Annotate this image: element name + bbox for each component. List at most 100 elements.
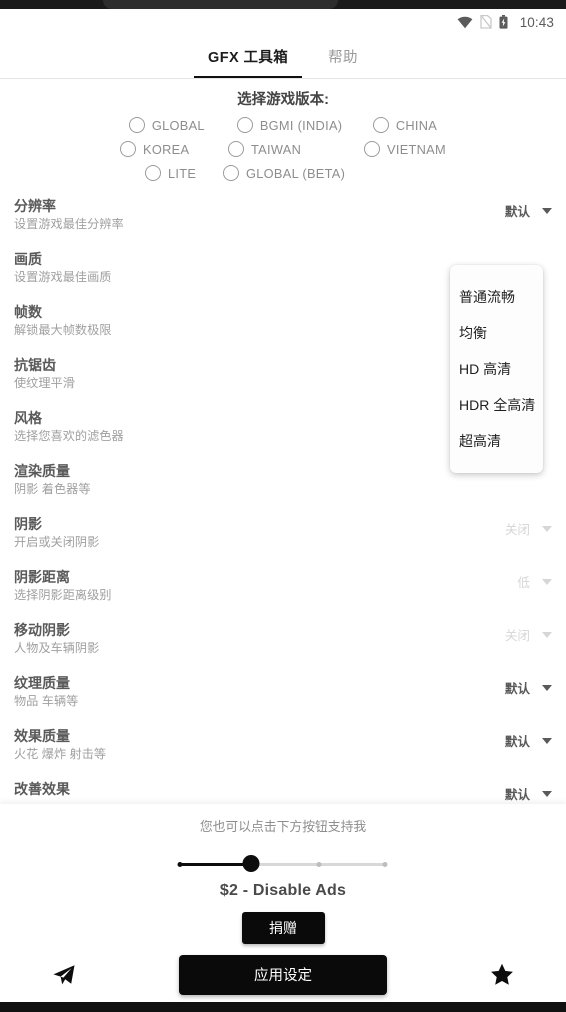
dropdown-option-smooth[interactable]: 普通流畅 [450, 279, 543, 315]
setting-value-dropdown[interactable]: 关闭 [505, 621, 552, 644]
chevron-down-icon [542, 737, 552, 744]
setting-value-dropdown[interactable]: 默认 [505, 197, 552, 220]
chevron-down-icon [542, 578, 552, 585]
setting-subtitle: 设置游戏最佳画质 [14, 270, 112, 284]
setting-value-dropdown[interactable]: 关闭 [505, 515, 552, 538]
setting-texts: 效果质量 火花 爆炸 射击等 [14, 727, 106, 762]
setting-subtitle: 解锁最大帧数极限 [14, 323, 112, 337]
chevron-down-icon [542, 684, 552, 691]
dropdown-option-hd[interactable]: HD 高清 [450, 351, 543, 387]
donation-amount-slider[interactable] [177, 851, 388, 872]
setting-subtitle: 物品 车辆等 [14, 694, 79, 708]
setting-subtitle: 设置游戏最佳分辨率 [14, 217, 124, 231]
version-radio-row: GLOBAL BGMI (INDIA) CHINA [0, 117, 566, 133]
setting-texts: 分辨率 设置游戏最佳分辨率 [14, 197, 124, 232]
setting-title: 效果质量 [14, 728, 70, 744]
telegram-send-icon[interactable] [44, 955, 84, 995]
setting-title: 画质 [14, 251, 42, 267]
setting-value-dropdown[interactable]: 默认 [505, 727, 552, 750]
support-message: 您也可以点击下方按钮支持我 [199, 819, 367, 834]
setting-row-shadow[interactable]: 阴影 开启或关闭阴影 关闭 [14, 515, 552, 568]
setting-subtitle: 开启或关闭阴影 [14, 535, 100, 549]
version-selector-title: 选择游戏版本: [237, 92, 329, 108]
radio-korea[interactable]: KOREA [120, 141, 228, 157]
setting-title: 抗锯齿 [14, 357, 56, 373]
no-sim-icon [480, 15, 492, 29]
tab-gfx-toolbox[interactable]: GFX 工具箱 [188, 35, 308, 78]
setting-texts: 渲染质量 阴影 着色器等 [14, 462, 91, 497]
setting-title: 改善效果 [14, 781, 70, 797]
radio-bgmi-india[interactable]: BGMI (INDIA) [236, 117, 373, 133]
setting-title: 移动阴影 [14, 622, 70, 638]
setting-texts: 阴影 开启或关闭阴影 [14, 515, 99, 550]
setting-title: 纹理质量 [14, 675, 70, 691]
chevron-down-icon [542, 631, 552, 638]
wifi-icon [457, 16, 473, 28]
system-navigation-bar [0, 1002, 566, 1012]
radio-global[interactable]: GLOBAL [128, 117, 237, 133]
setting-value-dropdown[interactable]: 低 [517, 568, 552, 591]
radio-lite[interactable]: LITE [145, 165, 223, 181]
phone-screen: 10:43 GFX 工具箱 帮助 选择游戏版本: GLOBAL BGMI (IN… [0, 0, 566, 1012]
radio-circle-icon [128, 117, 145, 133]
setting-value-text: 低 [517, 576, 530, 590]
setting-subtitle: 选择阴影距离级别 [14, 588, 112, 602]
star-icon[interactable] [482, 955, 522, 995]
radio-label: GLOBAL [151, 117, 205, 133]
radio-circle-icon [236, 117, 253, 133]
radio-label: TAIWAN [251, 141, 302, 157]
donate-button[interactable]: 捐赠 [241, 912, 325, 944]
setting-value-text: 默认 [504, 205, 530, 219]
setting-subtitle: 使纹理平滑 [14, 376, 75, 390]
battery-charging-icon [499, 15, 508, 29]
radio-china[interactable]: CHINA [372, 117, 438, 133]
radio-circle-icon [372, 117, 389, 133]
version-radio-rows: GLOBAL BGMI (INDIA) CHINA KOREA TAIWAN V… [0, 117, 566, 181]
version-radio-row: KOREA TAIWAN VIETNAM [0, 141, 566, 157]
status-clock: 10:43 [519, 14, 554, 30]
setting-row-shadow-distance[interactable]: 阴影距离 选择阴影距离级别 低 [14, 568, 552, 621]
setting-subtitle: 阴影 着色器等 [14, 482, 91, 496]
setting-row-resolution[interactable]: 分辨率 设置游戏最佳分辨率 默认 [14, 197, 552, 250]
radio-global-beta[interactable]: GLOBAL (BETA) [223, 165, 345, 181]
radio-taiwan[interactable]: TAIWAN [228, 141, 364, 157]
setting-value-dropdown[interactable]: 默认 [505, 780, 552, 803]
display-notch [103, 0, 338, 9]
setting-texts: 风格 选择您喜欢的滤色器 [14, 409, 124, 444]
dropdown-option-hdr[interactable]: HDR 全高清 [450, 387, 543, 423]
setting-subtitle: 人物及车辆阴影 [14, 641, 100, 655]
radio-label: LITE [168, 165, 197, 181]
slider-tick [316, 861, 322, 867]
chevron-down-icon [542, 790, 552, 797]
setting-row-texture-quality[interactable]: 纹理质量 物品 车辆等 默认 [14, 674, 552, 727]
setting-texts: 画质 设置游戏最佳画质 [14, 250, 112, 285]
chevron-down-icon [542, 525, 552, 532]
radio-circle-icon [145, 165, 161, 181]
setting-value-text: 默认 [504, 735, 530, 749]
status-bar: 10:43 [0, 9, 566, 35]
slider-tick [382, 861, 388, 867]
setting-value-dropdown[interactable]: 默认 [505, 674, 552, 697]
dropdown-option-ultra-hd[interactable]: 超高清 [450, 423, 543, 459]
setting-texts: 抗锯齿 使纹理平滑 [14, 356, 75, 391]
app-window: 10:43 GFX 工具箱 帮助 选择游戏版本: GLOBAL BGMI (IN… [0, 9, 566, 1002]
bottom-support-panel: 您也可以点击下方按钮支持我 $2 - Disable Ads 捐赠 应用设定 [0, 804, 566, 1002]
radio-circle-icon [120, 141, 136, 157]
tab-help[interactable]: 帮助 [308, 35, 378, 78]
status-notch-strip [0, 0, 566, 9]
setting-texts: 改善效果 [14, 780, 70, 799]
radio-label: GLOBAL (BETA) [246, 165, 346, 181]
slider-thumb[interactable] [242, 855, 260, 872]
setting-title: 阴影距离 [14, 569, 70, 585]
dropdown-option-balanced[interactable]: 均衡 [450, 315, 543, 351]
setting-row-effect-quality[interactable]: 效果质量 火花 爆炸 射击等 默认 [14, 727, 552, 780]
tab-help-label: 帮助 [328, 50, 358, 66]
apply-settings-button[interactable]: 应用设定 [179, 954, 387, 995]
radio-label: KOREA [143, 141, 190, 157]
setting-title: 渲染质量 [14, 463, 70, 479]
radio-label: CHINA [395, 117, 438, 133]
radio-circle-icon [223, 165, 239, 181]
version-radio-row: LITE GLOBAL (BETA) [0, 165, 566, 181]
setting-row-moving-shadow[interactable]: 移动阴影 人物及车辆阴影 关闭 [14, 621, 552, 674]
radio-vietnam[interactable]: VIETNAM [364, 141, 446, 157]
